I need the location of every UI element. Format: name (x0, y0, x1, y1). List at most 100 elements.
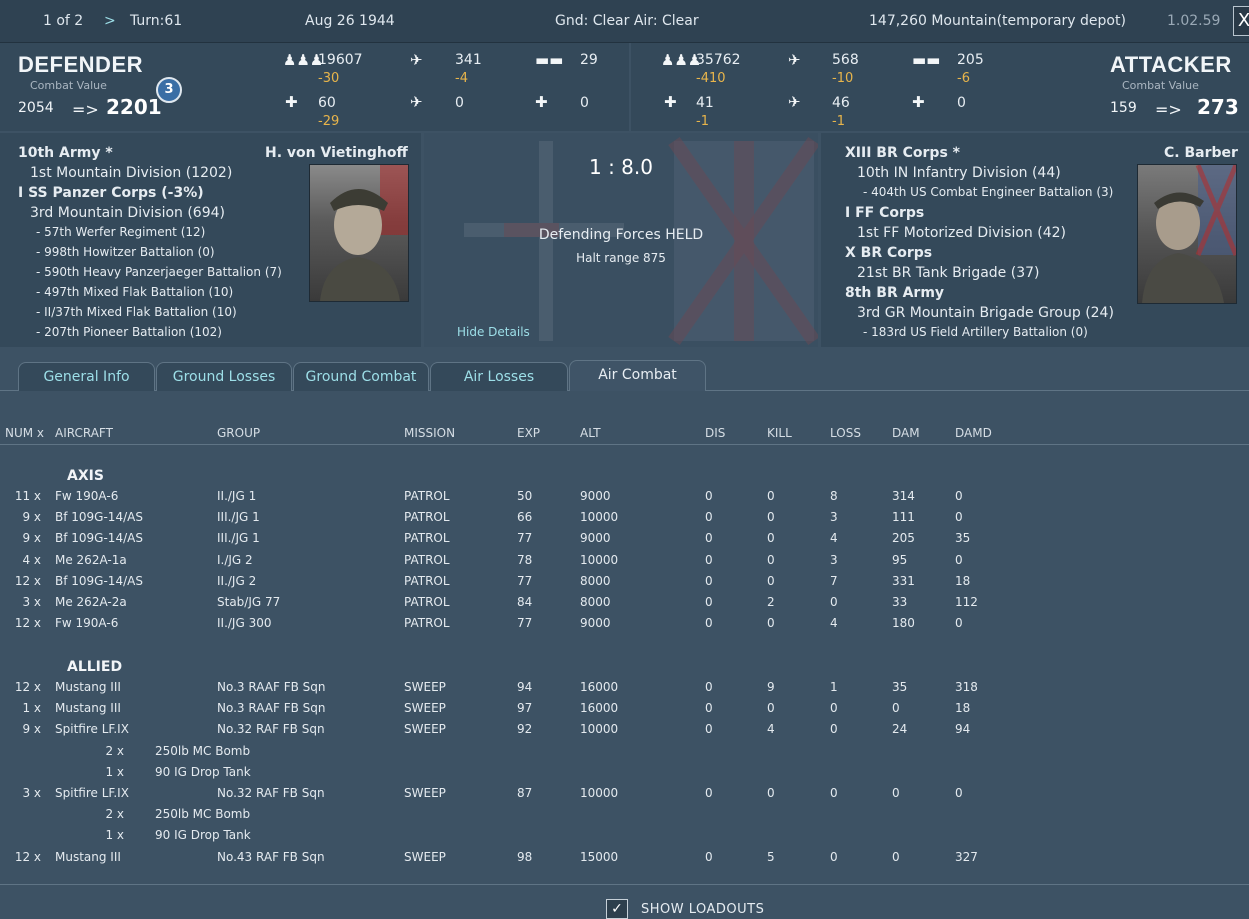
attacker-guns-loss: -1 (696, 114, 709, 129)
cell-kill: 0 (767, 510, 775, 525)
cell-damd: 112 (955, 595, 978, 609)
cell-dis: 0 (705, 701, 713, 716)
cell-dis: 0 (705, 680, 713, 694)
col-alt[interactable]: ALT (580, 426, 601, 440)
cell-exp: 87 (517, 786, 533, 800)
top-bar: 1 of 2 > Turn:61 Aug 26 1944 Gnd: Clear … (0, 0, 1249, 43)
cell-damd: 0 (955, 510, 963, 525)
loadout-item: 250lb MC Bomb (155, 807, 251, 822)
attacker-aircraft: 568 (832, 52, 859, 68)
col-aircraft[interactable]: AIRCRAFT (55, 426, 113, 440)
attacker-header: ♟♟♟ 35762 -410 ✈ 568 -10 ▬▬ 205 -6 ✚ 41 … (631, 43, 1249, 131)
show-loadouts-checkbox[interactable]: ✓ (606, 899, 628, 919)
col-loss[interactable]: LOSS (830, 426, 861, 440)
next-page-button[interactable]: > (104, 13, 116, 29)
unit-line: X BR Corps (845, 245, 933, 261)
defender-oob-panel: H. von Vietinghoff 10th Army * 1st Mounta… (0, 133, 421, 347)
bomber-plane-icon: ✈ (410, 93, 423, 111)
hide-details-link[interactable]: Hide Details (457, 325, 530, 339)
defender-title: DEFENDER (18, 52, 144, 77)
unit-line: - 404th US Combat Engineer Battalion (3) (863, 185, 1114, 199)
cell-aircraft: Me 262A-1a (55, 552, 127, 567)
cell-exp: 98 (517, 849, 533, 864)
cell-mission: PATROL (404, 489, 450, 503)
loadout-count: 2 x (105, 743, 124, 758)
cell-alt: 10000 (580, 786, 619, 800)
tab-ground-combat[interactable]: Ground Combat (293, 362, 429, 391)
unit-line: 21st BR Tank Brigade (37) (857, 265, 1040, 281)
cell-dis: 0 (705, 786, 713, 800)
attacker-bombers-loss: -1 (832, 114, 845, 129)
defender-tanks: 29 (580, 52, 598, 68)
col-exp[interactable]: EXP (517, 426, 540, 440)
col-mission[interactable]: MISSION (404, 426, 455, 440)
col-group[interactable]: GROUP (217, 426, 260, 440)
cell-aircraft: Mustang III (55, 701, 121, 716)
col-dis[interactable]: DIS (705, 426, 725, 440)
tab-ground-losses[interactable]: Ground Losses (156, 362, 292, 391)
attacker-guns: 41 (696, 95, 714, 111)
cell-aircraft: Bf 109G-14/AS (55, 573, 143, 588)
cell-mission: PATROL (404, 510, 450, 525)
cell-num: 4 x (22, 552, 41, 567)
cell-aircraft: Mustang III (55, 849, 121, 864)
cell-exp: 92 (517, 722, 533, 737)
cell-damd: 327 (955, 849, 978, 864)
cell-dam: 111 (892, 510, 915, 525)
col-kill[interactable]: KILL (767, 426, 792, 440)
attacker-cv-to: 273 (1197, 95, 1239, 119)
cell-kill: 0 (767, 701, 775, 716)
cell-group: II./JG 300 (217, 616, 272, 631)
attacker-aircraft-loss: -10 (832, 71, 854, 86)
cell-num: 11 x (14, 489, 41, 503)
col-damd[interactable]: DAMD (955, 426, 992, 440)
cell-aircraft: Bf 109G-14/AS (55, 531, 143, 546)
cell-mission: SWEEP (404, 786, 446, 800)
allied-group-label: ALLIED (67, 659, 123, 675)
tank-icon: ▬▬ (912, 51, 941, 69)
cell-alt: 10000 (580, 552, 619, 567)
cell-aircraft: Bf 109G-14/AS (55, 510, 143, 525)
tab-air-losses[interactable]: Air Losses (430, 362, 568, 391)
unit-line: 3rd Mountain Division (694) (30, 205, 225, 221)
result-panel: 1 : 8.0 Defending Forces HELD Halt range… (424, 133, 818, 347)
defender-commander-portrait (309, 164, 409, 302)
col-dam[interactable]: DAM (892, 426, 920, 440)
unit-line: - II/37th Mixed Flak Battalion (10) (36, 305, 237, 319)
page-indicator: 1 of 2 (43, 13, 84, 29)
cell-group: No.32 RAF FB Sqn (217, 786, 325, 800)
cell-mission: PATROL (404, 552, 450, 567)
attacker-cv-from: 159 (1110, 100, 1137, 116)
close-button[interactable]: X (1233, 6, 1249, 36)
unit-line: - 57th Werfer Regiment (12) (36, 225, 206, 239)
cell-mission: PATROL (404, 573, 450, 588)
cell-exp: 94 (517, 680, 533, 694)
cell-num: 9 x (22, 510, 41, 525)
tab-air-combat[interactable]: Air Combat (569, 360, 706, 391)
halt-range: Halt range 875 (576, 251, 666, 265)
cell-kill: 0 (767, 552, 775, 567)
cell-mission: SWEEP (404, 680, 446, 694)
cell-kill: 0 (767, 573, 775, 588)
cell-group: No.43 RAF FB Sqn (217, 849, 325, 864)
cell-dam: 0 (892, 701, 900, 716)
defender-commander-name: H. von Vietinghoff (265, 145, 408, 161)
cell-aircraft: Fw 190A-6 (55, 489, 119, 503)
cell-num: 9 x (22, 531, 41, 546)
tab-general-info[interactable]: General Info (18, 362, 155, 391)
cell-dam: 95 (892, 552, 908, 567)
cell-group: No.32 RAF FB Sqn (217, 722, 325, 737)
cell-loss: 0 (830, 595, 838, 609)
defender-bombers: 0 (455, 95, 464, 111)
turn-label: Turn:61 (130, 13, 183, 29)
cell-loss: 4 (830, 531, 838, 546)
cell-aircraft: Spitfire LF.IX (55, 786, 129, 800)
commander-portrait-image (320, 165, 408, 301)
cell-num: 9 x (22, 722, 41, 737)
cell-aircraft: Spitfire LF.IX (55, 722, 129, 737)
defender-aircraft-loss: -4 (455, 71, 468, 86)
unit-line: 1st FF Motorized Division (42) (857, 225, 1066, 241)
cell-dis: 0 (705, 849, 713, 864)
col-num[interactable]: NUM x (5, 426, 44, 440)
loadout-count: 1 x (105, 828, 124, 843)
